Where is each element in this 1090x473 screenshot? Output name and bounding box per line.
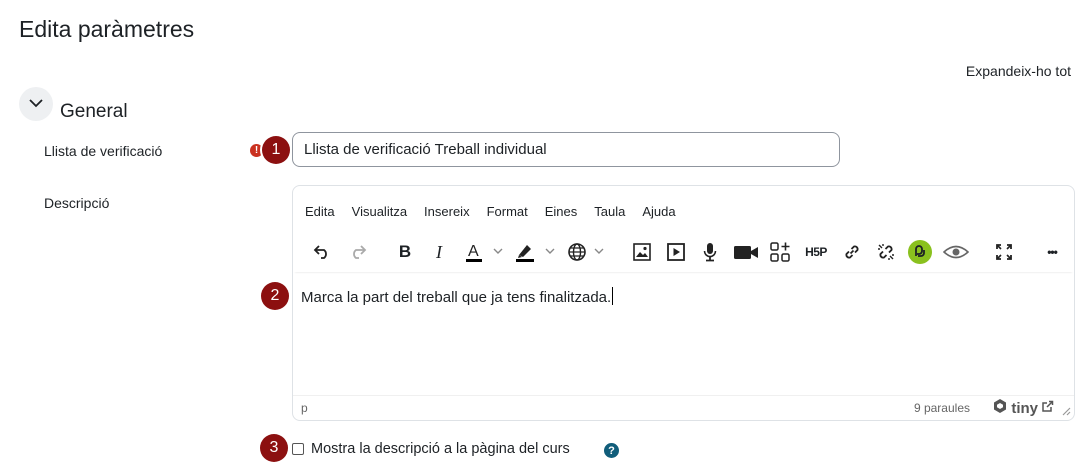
media-icon[interactable] xyxy=(663,238,689,266)
editor-menubar: Edita Visualitza Insereix Format Eines T… xyxy=(305,204,693,219)
editor-statusbar: p 9 paraules tiny xyxy=(293,395,1074,420)
menu-table[interactable]: Taula xyxy=(594,204,625,219)
menu-tools[interactable]: Eines xyxy=(545,204,578,219)
editor-text: Marca la part del treball que ja tens fi… xyxy=(301,289,612,306)
unlink-icon[interactable] xyxy=(873,238,899,266)
step-badge-3: 3 xyxy=(260,434,288,462)
word-count[interactable]: 9 paraules xyxy=(914,401,970,415)
menu-insert[interactable]: Insereix xyxy=(424,204,470,219)
video-record-icon[interactable] xyxy=(731,238,761,266)
undo-icon[interactable] xyxy=(309,238,335,266)
step-badge-1: 1 xyxy=(262,136,290,164)
highlight-color-icon[interactable] xyxy=(513,238,559,266)
menu-view[interactable]: Visualitza xyxy=(352,204,407,219)
h5p-icon[interactable]: H5P xyxy=(801,238,831,266)
more-icon[interactable]: ••• xyxy=(1037,238,1067,266)
svg-text:A: A xyxy=(468,243,479,260)
resize-handle-icon[interactable] xyxy=(1061,403,1071,420)
help-icon[interactable]: ? xyxy=(604,443,619,458)
microphone-icon[interactable] xyxy=(697,238,723,266)
expand-all-link[interactable]: Expandeix-ho tot xyxy=(966,63,1071,79)
add-content-icon[interactable] xyxy=(767,238,793,266)
preview-icon[interactable] xyxy=(941,238,971,266)
step-badge-2: 2 xyxy=(261,282,289,310)
bold-icon[interactable]: B xyxy=(393,238,417,266)
text-color-icon[interactable]: A xyxy=(463,238,507,266)
fullscreen-icon[interactable] xyxy=(991,238,1017,266)
chevron-down-icon xyxy=(29,95,43,113)
tiny-brand-text: tiny xyxy=(1011,399,1038,417)
page-title: Edita paràmetres xyxy=(19,16,195,42)
image-icon[interactable] xyxy=(629,238,655,266)
section-title: General xyxy=(60,101,128,122)
checklist-name-input[interactable]: Llista de verificació Treball individual xyxy=(292,132,840,167)
italic-icon[interactable]: I xyxy=(427,238,451,266)
copilot-icon[interactable] xyxy=(907,238,933,266)
tiny-logo-icon xyxy=(992,398,1008,418)
section-toggle-button[interactable] xyxy=(19,87,53,121)
editor-content-area[interactable]: Marca la part del treball que ja tens fi… xyxy=(301,287,614,306)
menu-help[interactable]: Ajuda xyxy=(642,204,675,219)
text-caret xyxy=(612,287,614,305)
show-description-label[interactable]: Mostra la descripció a la pàgina del cur… xyxy=(311,441,570,457)
external-link-icon[interactable] xyxy=(1041,400,1054,418)
language-icon[interactable] xyxy=(565,238,611,266)
tiny-brand-link[interactable]: tiny xyxy=(992,398,1038,418)
element-path[interactable]: p xyxy=(301,401,308,415)
show-description-checkbox[interactable] xyxy=(292,443,304,455)
link-icon[interactable] xyxy=(839,238,865,266)
description-label: Descripció xyxy=(44,195,110,211)
checklist-name-label: Llista de verificació xyxy=(44,143,163,159)
redo-icon[interactable] xyxy=(345,238,371,266)
description-editor: Edita Visualitza Insereix Format Eines T… xyxy=(292,185,1075,421)
menu-format[interactable]: Format xyxy=(487,204,528,219)
menu-edit[interactable]: Edita xyxy=(305,204,335,219)
editor-toolbar: B I A H5P ••• xyxy=(293,232,1074,272)
